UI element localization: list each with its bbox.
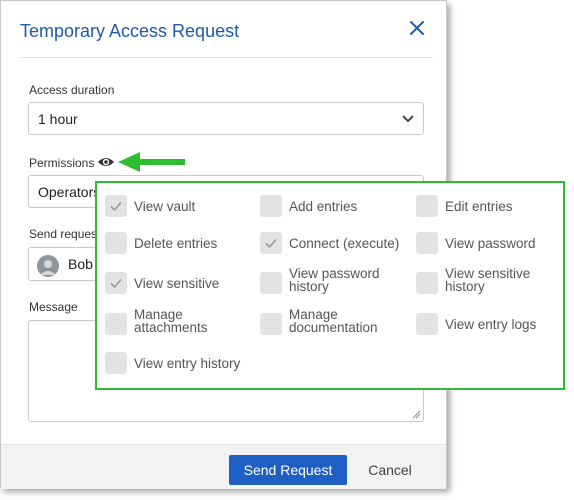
header-divider bbox=[20, 57, 433, 58]
checkbox[interactable] bbox=[416, 195, 438, 217]
checkbox[interactable] bbox=[260, 195, 282, 217]
checkbox[interactable] bbox=[105, 195, 127, 217]
checkbox[interactable] bbox=[105, 272, 127, 294]
checkbox[interactable] bbox=[260, 272, 282, 294]
close-icon[interactable] bbox=[406, 17, 428, 39]
send-request-user: Bob bbox=[68, 256, 93, 272]
permission-label: View sensitive bbox=[134, 276, 220, 291]
check-icon bbox=[110, 201, 122, 212]
cancel-button[interactable]: Cancel bbox=[358, 455, 422, 485]
permissions-value: Operators bbox=[38, 184, 101, 200]
checkbox[interactable] bbox=[105, 352, 127, 374]
dialog-header: Temporary Access Request bbox=[1, 1, 446, 59]
checkbox[interactable] bbox=[105, 232, 127, 254]
chevron-down-icon bbox=[402, 115, 414, 123]
checkbox[interactable] bbox=[260, 313, 282, 335]
permission-label: View entry logs bbox=[445, 317, 537, 332]
eye-icon[interactable] bbox=[97, 155, 115, 169]
dialog-title: Temporary Access Request bbox=[20, 21, 240, 41]
resize-handle-icon[interactable] bbox=[412, 410, 421, 419]
access-duration-value: 1 hour bbox=[38, 111, 78, 127]
permission-label: View vault bbox=[134, 199, 196, 214]
permission-label: View entry history bbox=[134, 356, 241, 371]
permission-label: Manage documentation bbox=[289, 307, 378, 335]
permissions-panel: View vault Add entries Edit entries Dele… bbox=[95, 181, 565, 390]
access-duration-select[interactable]: 1 hour bbox=[28, 102, 424, 135]
checkbox[interactable] bbox=[416, 232, 438, 254]
permission-label: Manage attachments bbox=[134, 307, 208, 335]
permission-label: Edit entries bbox=[445, 199, 513, 214]
checkbox[interactable] bbox=[260, 232, 282, 254]
avatar bbox=[37, 255, 59, 277]
access-duration-label: Access duration bbox=[29, 83, 115, 97]
check-icon bbox=[265, 238, 277, 249]
send-request-label: Send request bbox=[29, 227, 101, 241]
permissions-label: Permissions bbox=[29, 156, 95, 170]
send-request-button[interactable]: Send Request bbox=[229, 455, 347, 485]
permission-label: View password bbox=[445, 236, 536, 251]
message-label: Message bbox=[29, 300, 78, 314]
checkbox[interactable] bbox=[416, 272, 438, 294]
check-icon bbox=[110, 278, 122, 289]
permission-label: View password history bbox=[289, 266, 380, 294]
dialog-footer: Send Request Cancel bbox=[1, 444, 446, 489]
checkbox[interactable] bbox=[416, 313, 438, 335]
permission-label: Add entries bbox=[289, 199, 358, 214]
permission-label: Delete entries bbox=[134, 236, 218, 251]
checkbox[interactable] bbox=[105, 313, 127, 335]
permission-label: Connect (execute) bbox=[289, 236, 400, 251]
green-arrow-annotation bbox=[118, 152, 185, 172]
permission-label: View sensitive history bbox=[445, 266, 531, 294]
